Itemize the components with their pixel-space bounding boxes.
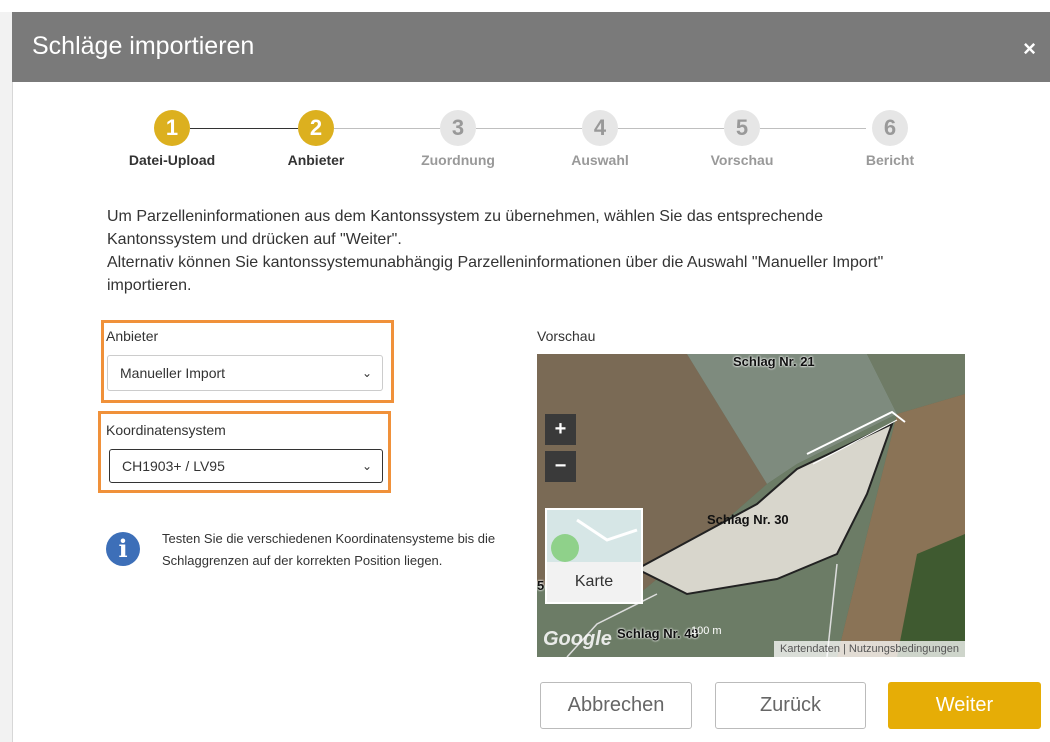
step-auswahl: 4 Auswahl (540, 110, 660, 168)
parcel-label: Schlag Nr. 21 (733, 354, 815, 369)
stepper: 1 Datei-Upload 2 Anbieter 3 Zuordnung 4 … (0, 110, 1050, 180)
intro-line-2: Alternativ können Sie kantonssystemunabh… (107, 254, 884, 294)
chevron-down-icon: ⌄ (361, 459, 372, 473)
step-label: Datei-Upload (128, 152, 216, 168)
map-preview[interactable]: + − Schlag Nr. 21 Schlag Nr. 30 Schlag N… (537, 354, 965, 657)
zoom-out-button[interactable]: − (545, 451, 576, 482)
top-strip (0, 0, 1050, 12)
close-icon[interactable]: × (1023, 36, 1036, 62)
step-label: Anbieter (287, 152, 345, 168)
step-number: 1 (154, 110, 190, 146)
provider-value: Manueller Import (120, 365, 226, 381)
info-icon: i (106, 532, 140, 566)
map-type-toggle[interactable]: Karte (545, 508, 643, 604)
step-datei-upload: 1 Datei-Upload (112, 110, 232, 168)
step-number: 2 (298, 110, 334, 146)
step-number: 4 (582, 110, 618, 146)
map-thumbnail (547, 510, 641, 562)
parcel-label-cut: 5 (537, 578, 545, 593)
step-zuordnung: 3 Zuordnung (398, 110, 518, 168)
map-attribution[interactable]: Kartendaten | Nutzungsbedingungen (774, 641, 965, 657)
intro-text: Um Parzelleninformationen aus dem Kanton… (107, 205, 927, 297)
map-scale: 100 m (691, 625, 722, 637)
next-button[interactable]: Weiter (888, 682, 1041, 729)
chevron-down-icon: ⌄ (361, 366, 372, 380)
step-number: 3 (440, 110, 476, 146)
step-bericht: 6 Bericht (830, 110, 950, 168)
coordinate-system-label: Koordinatensystem (106, 422, 226, 438)
dialog-header: Schläge importieren × (12, 12, 1050, 82)
coordinate-system-select[interactable]: CH1903+ / LV95 ⌄ (109, 449, 383, 483)
provider-label: Anbieter (106, 328, 159, 344)
map-type-label: Karte (547, 562, 641, 602)
info-text: Testen Sie die verschiedenen Koordinaten… (162, 531, 496, 568)
provider-select[interactable]: Manueller Import ⌄ (107, 355, 383, 391)
step-label: Auswahl (571, 152, 629, 168)
step-number: 6 (872, 110, 908, 146)
step-label: Zuordnung (421, 152, 495, 168)
google-logo: Google (543, 628, 612, 650)
dialog-title: Schläge importieren (32, 32, 255, 60)
coordinate-system-value: CH1903+ / LV95 (122, 458, 225, 474)
intro-line-1: Um Parzelleninformationen aus dem Kanton… (107, 208, 823, 248)
step-anbieter: 2 Anbieter (256, 110, 376, 168)
step-label: Bericht (865, 152, 915, 168)
zoom-in-button[interactable]: + (545, 414, 576, 445)
preview-label: Vorschau (537, 328, 596, 344)
map-imagery (537, 354, 965, 657)
parcel-label: Schlag Nr. 48 (617, 626, 699, 641)
step-label: Vorschau (710, 152, 774, 168)
cancel-button[interactable]: Abbrechen (540, 682, 692, 729)
step-vorschau: 5 Vorschau (682, 110, 802, 168)
back-button[interactable]: Zurück (715, 682, 866, 729)
parcel-label: Schlag Nr. 30 (707, 512, 789, 527)
step-number: 5 (724, 110, 760, 146)
